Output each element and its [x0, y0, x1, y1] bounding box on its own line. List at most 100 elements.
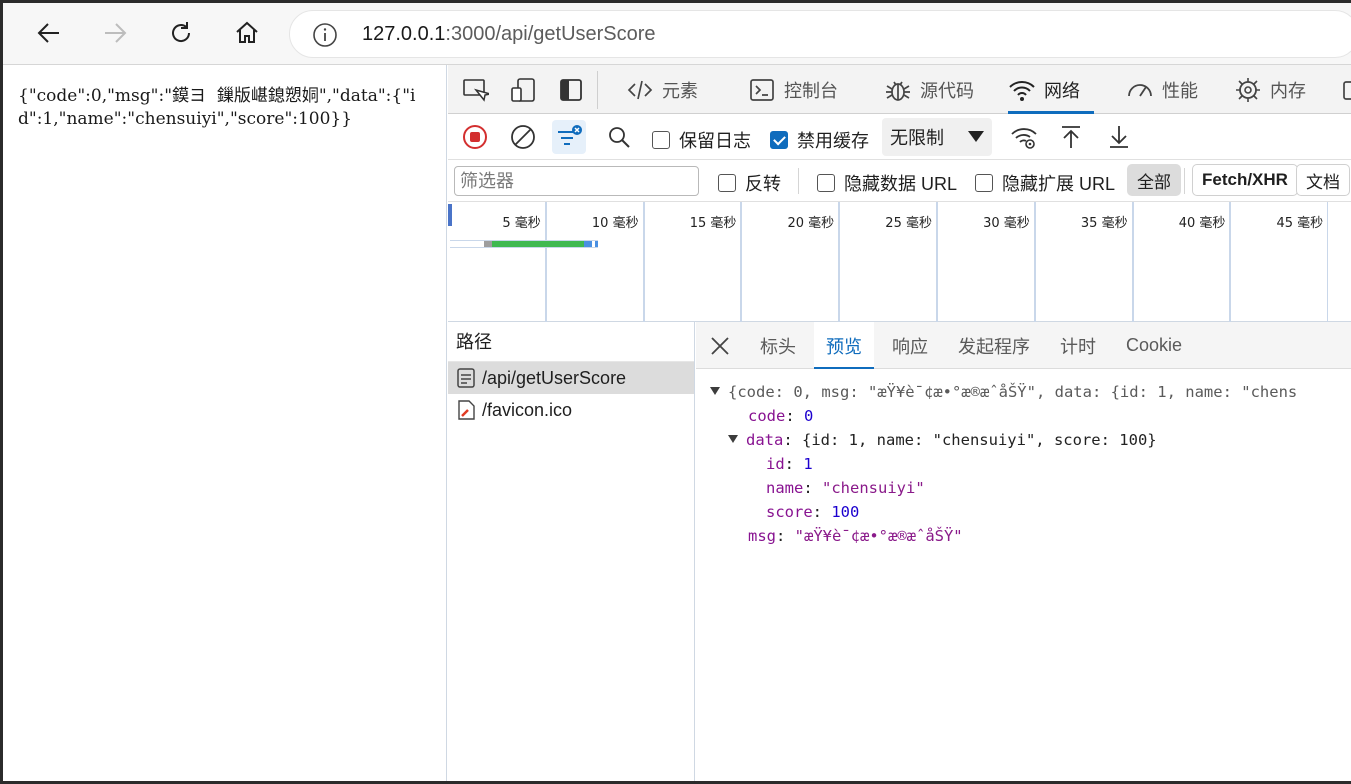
- image-file-icon: [458, 400, 475, 420]
- request-list-header[interactable]: 路径: [448, 322, 694, 362]
- url-text: 127.0.0.1:3000/api/getUserScore: [362, 23, 656, 46]
- colon: :: [784, 455, 804, 473]
- tab-memory-label: 内存: [1270, 80, 1306, 101]
- back-button[interactable]: [31, 15, 67, 51]
- timeline-tick-label: 45 毫秒: [1276, 216, 1324, 231]
- timeline-tick-label: 15 毫秒: [689, 216, 737, 231]
- checkbox-box-checked: [770, 131, 788, 149]
- checkbox-box: [975, 174, 993, 192]
- type-filter-doc[interactable]: 文档: [1296, 164, 1350, 196]
- checkbox-box: [817, 174, 835, 192]
- close-icon[interactable]: [708, 334, 732, 358]
- tree-node-score[interactable]: score: 100: [710, 500, 1297, 524]
- throttle-select[interactable]: 无限制: [882, 118, 992, 156]
- tab-headers[interactable]: 标头: [748, 322, 808, 369]
- filter-bar: 反转 隐藏数据 URL 隐藏扩展 URL 全部 Fetch/XHR 文档: [448, 160, 1351, 202]
- search-button[interactable]: [602, 120, 636, 154]
- tree-node-msg[interactable]: msg: "æŸ¥è¯¢æ•°æ®æˆåŠŸ": [710, 524, 1297, 548]
- invert-label: 反转: [745, 174, 781, 194]
- value-score: 100: [831, 503, 860, 521]
- clear-button[interactable]: [506, 120, 540, 154]
- tree-node-data[interactable]: data: {id: 1, name: "chensuiyi", score: …: [710, 428, 1297, 452]
- export-har-button[interactable]: [1102, 120, 1136, 154]
- disable-cache-label: 禁用缓存: [797, 131, 869, 151]
- info-icon[interactable]: [312, 22, 338, 48]
- tree-root[interactable]: {code: 0, msg: "æŸ¥è¯¢æ•°æ®æˆåŠŸ", data:…: [710, 380, 1297, 404]
- timeline-tick: 30 毫秒: [937, 202, 1035, 322]
- tab-elements[interactable]: 元素: [626, 65, 698, 114]
- colon: :: [776, 527, 795, 545]
- checkbox-box: [718, 174, 736, 192]
- filter-divider: [1184, 168, 1185, 194]
- request-list: 路径 /api/getUserScore /favicon.ico: [448, 322, 695, 781]
- preserve-log-checkbox[interactable]: 保留日志: [652, 127, 751, 153]
- request-name: /api/getUserScore: [482, 367, 627, 388]
- tree-node-name[interactable]: name: "chensuiyi": [710, 476, 1297, 500]
- home-button[interactable]: [229, 15, 265, 51]
- timeline-tick: 45 毫秒: [1230, 202, 1329, 322]
- hide-data-urls-checkbox[interactable]: 隐藏数据 URL: [817, 170, 957, 196]
- tree-node-id[interactable]: id: 1: [710, 452, 1297, 476]
- tab-console[interactable]: 控制台: [748, 65, 838, 114]
- tab-sources[interactable]: 源代码: [884, 65, 974, 114]
- filter-input[interactable]: [454, 166, 699, 196]
- tab-memory[interactable]: 内存: [1234, 65, 1306, 114]
- filter-toggle-button[interactable]: [552, 120, 586, 154]
- bug-icon: [886, 81, 910, 101]
- invert-checkbox[interactable]: 反转: [718, 170, 781, 196]
- dock-side-icon[interactable]: [557, 76, 585, 104]
- toolbar-divider: [597, 71, 598, 109]
- tab-preview[interactable]: 预览: [814, 322, 874, 369]
- network-conditions-button[interactable]: [1007, 120, 1041, 154]
- request-row-favicon[interactable]: /favicon.ico: [448, 394, 694, 426]
- timeline-overview[interactable]: 45 毫秒 40 毫秒 35 毫秒 30 毫秒 25 毫秒 20 毫秒 15 毫秒 10 毫秒…: [448, 202, 1351, 322]
- tab-cookies[interactable]: Cookie: [1114, 322, 1194, 369]
- tab-sources-label: 源代码: [920, 80, 974, 101]
- record-button[interactable]: [458, 120, 492, 154]
- timeline-tick-label: 20 毫秒: [787, 216, 835, 231]
- expand-triangle-icon[interactable]: [710, 387, 720, 395]
- waterfall-queue-bar: [484, 241, 492, 247]
- key-score: score: [766, 503, 813, 521]
- raw-json-response: {"code":0,"msg":"鏌ヨ 鏁版嵁鎴愬姛","data":{"id"…: [18, 86, 416, 129]
- timeline-handle[interactable]: [448, 204, 452, 226]
- json-preview-tree: {code: 0, msg: "æŸ¥è¯¢æ•°æ®æˆåŠŸ", data:…: [710, 380, 1297, 548]
- disable-cache-checkbox[interactable]: 禁用缓存: [770, 127, 869, 153]
- url-path: :3000/api/getUserScore: [445, 23, 656, 45]
- wifi-settings-icon: [1011, 128, 1037, 149]
- arrow-right-icon: [105, 23, 127, 43]
- timeline-tick-label: 35 毫秒: [1080, 216, 1128, 231]
- devtools-tabbar: 元素 控制台 源代码 网络 性能 内存: [448, 65, 1351, 114]
- value-msg: "æŸ¥è¯¢æ•°æ®æˆåŠŸ": [794, 527, 963, 545]
- tree-node-code[interactable]: code: 0: [710, 404, 1297, 428]
- request-row-getuserscore[interactable]: /api/getUserScore: [448, 362, 694, 394]
- timeline-tick: 5 毫秒: [448, 202, 546, 322]
- import-har-button[interactable]: [1054, 120, 1088, 154]
- tab-network[interactable]: 网络: [1008, 65, 1094, 114]
- tab-timing[interactable]: 计时: [1048, 322, 1108, 369]
- tab-network-label: 网络: [1044, 80, 1080, 101]
- network-toolbar: 保留日志 禁用缓存 无限制: [448, 114, 1351, 160]
- throttle-value: 无限制: [890, 128, 944, 148]
- clear-icon: [511, 125, 535, 149]
- type-filter-fetch-xhr[interactable]: Fetch/XHR: [1192, 164, 1298, 196]
- expand-triangle-icon[interactable]: [728, 435, 738, 443]
- devtools-panel: 元素 控制台 源代码 网络 性能 内存 保留日志 禁用缓存 无限制 筛选器 反转…: [448, 65, 1351, 781]
- address-bar[interactable]: 127.0.0.1:3000/api/getUserScore: [289, 10, 1351, 58]
- more-tabs-icon[interactable]: [1341, 76, 1351, 104]
- inspect-element-icon[interactable]: [461, 76, 489, 104]
- hide-ext-urls-checkbox[interactable]: 隐藏扩展 URL: [975, 170, 1115, 196]
- tab-initiator[interactable]: 发起程序: [946, 322, 1042, 369]
- hide-ext-urls-label: 隐藏扩展 URL: [1002, 174, 1116, 194]
- type-filter-all[interactable]: 全部: [1127, 164, 1181, 196]
- timeline-tick: 25 毫秒: [839, 202, 937, 322]
- browser-window: 127.0.0.1:3000/api/getUserScore {"code":…: [0, 0, 1351, 784]
- forward-button[interactable]: [97, 15, 133, 51]
- refresh-button[interactable]: [163, 15, 199, 51]
- tab-performance[interactable]: 性能: [1126, 65, 1198, 114]
- device-emulation-icon[interactable]: [509, 76, 537, 104]
- code-icon: [627, 80, 653, 99]
- wifi-icon: [1009, 80, 1035, 101]
- waterfall-download-bar: [584, 241, 592, 247]
- tab-response[interactable]: 响应: [880, 322, 940, 369]
